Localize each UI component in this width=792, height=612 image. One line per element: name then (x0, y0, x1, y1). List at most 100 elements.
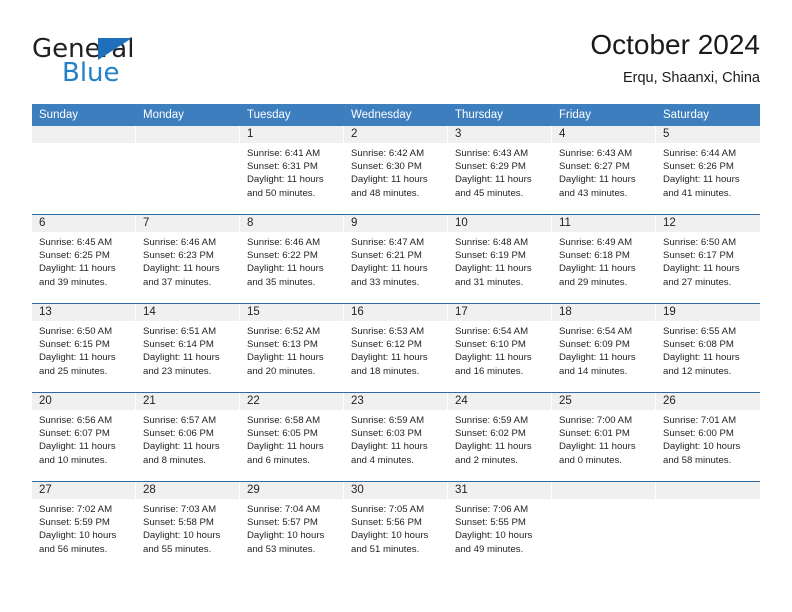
day-daylight-text: Daylight: 11 hours (455, 441, 532, 453)
day-info: Sunrise: 7:03 AM Sunset: 5:58 PM Daylight:… (136, 499, 240, 556)
day-daylight2-text: and 2 minutes. (455, 454, 518, 466)
day-number-band: 27 (32, 482, 136, 499)
day-cell[interactable]: 11 Sunrise: 6:49 AM Sunset: 6:18 PM Dayligh… (552, 215, 656, 303)
day-cell[interactable]: 15 Sunrise: 6:52 AM Sunset: 6:13 PM Dayligh… (240, 304, 344, 392)
day-cell[interactable]: 31 Sunrise: 7:06 AM Sunset: 5:55 PM Dayligh… (448, 482, 552, 570)
day-info: Sunrise: 6:43 AM Sunset: 6:27 PM Daylight:… (552, 143, 656, 200)
day-number: 1 (247, 128, 254, 140)
day-cell-empty (32, 126, 136, 214)
day-daylight2-text: and 39 minutes. (39, 276, 108, 288)
day-daylight2-text: and 4 minutes. (351, 454, 414, 466)
day-cell[interactable]: 21 Sunrise: 6:57 AM Sunset: 6:06 PM Dayligh… (136, 393, 240, 481)
day-number-band (32, 126, 136, 143)
day-number-band: 25 (552, 393, 656, 410)
day-daylight-text: Daylight: 11 hours (663, 174, 740, 186)
day-daylight-text: Daylight: 10 hours (351, 530, 429, 542)
day-cell[interactable]: 4 Sunrise: 6:43 AM Sunset: 6:27 PM Daylight… (552, 126, 656, 214)
day-cell[interactable]: 20 Sunrise: 6:56 AM Sunset: 6:07 PM Dayligh… (32, 393, 136, 481)
day-cell[interactable]: 29 Sunrise: 7:04 AM Sunset: 5:57 PM Dayligh… (240, 482, 344, 570)
day-sunset-text: Sunset: 6:01 PM (559, 428, 630, 440)
page-subtitle-location: Erqu, Shaanxi, China (622, 70, 760, 86)
day-cell[interactable]: 9 Sunrise: 6:47 AM Sunset: 6:21 PM Daylight… (344, 215, 448, 303)
day-info: Sunrise: 6:50 AM Sunset: 6:15 PM Daylight:… (32, 321, 136, 378)
day-daylight-text: Daylight: 10 hours (247, 530, 325, 542)
day-cell[interactable]: 5 Sunrise: 6:44 AM Sunset: 6:26 PM Daylight… (656, 126, 760, 214)
day-daylight2-text: and 43 minutes. (559, 187, 628, 199)
day-number: 16 (351, 306, 364, 318)
day-cell[interactable]: 7 Sunrise: 6:46 AM Sunset: 6:23 PM Daylight… (136, 215, 240, 303)
day-sunset-text: Sunset: 6:03 PM (351, 428, 422, 440)
day-cell[interactable]: 13 Sunrise: 6:50 AM Sunset: 6:15 PM Dayligh… (32, 304, 136, 392)
day-number-band: 22 (240, 393, 344, 410)
day-number: 11 (559, 217, 571, 229)
day-sunset-text: Sunset: 6:19 PM (455, 250, 526, 262)
day-cell[interactable]: 2 Sunrise: 6:42 AM Sunset: 6:30 PM Daylight… (344, 126, 448, 214)
day-cell[interactable]: 1 Sunrise: 6:41 AM Sunset: 6:31 PM Daylight… (240, 126, 344, 214)
day-info: Sunrise: 6:59 AM Sunset: 6:03 PM Daylight:… (344, 410, 448, 467)
day-number-band: 10 (448, 215, 552, 232)
day-cell[interactable]: 8 Sunrise: 6:46 AM Sunset: 6:22 PM Daylight… (240, 215, 344, 303)
day-cell[interactable]: 28 Sunrise: 7:03 AM Sunset: 5:58 PM Dayligh… (136, 482, 240, 570)
day-cell[interactable]: 26 Sunrise: 7:01 AM Sunset: 6:00 PM Dayligh… (656, 393, 760, 481)
day-cell[interactable]: 19 Sunrise: 6:55 AM Sunset: 6:08 PM Dayligh… (656, 304, 760, 392)
weekday-header-thursday: Thursday (455, 109, 503, 121)
generalblue-logo: General Blue (32, 36, 262, 92)
day-sunrise-text: Sunrise: 6:42 AM (351, 148, 425, 159)
day-number-band: 19 (656, 304, 760, 321)
weekday-header-row: Sunday Monday Tuesday Wednesday Thursday… (32, 104, 760, 126)
day-sunrise-text: Sunrise: 6:44 AM (663, 148, 737, 159)
day-cell[interactable]: 18 Sunrise: 6:54 AM Sunset: 6:09 PM Dayligh… (552, 304, 656, 392)
day-daylight-text: Daylight: 11 hours (351, 174, 428, 186)
day-info: Sunrise: 6:54 AM Sunset: 6:10 PM Daylight:… (448, 321, 552, 378)
day-sunset-text: Sunset: 6:00 PM (663, 428, 734, 440)
week-cells: 1 Sunrise: 6:41 AM Sunset: 6:31 PM Daylight… (32, 126, 760, 214)
day-daylight2-text: and 55 minutes. (143, 543, 212, 555)
day-cell[interactable]: 17 Sunrise: 6:54 AM Sunset: 6:10 PM Dayligh… (448, 304, 552, 392)
day-cell[interactable]: 30 Sunrise: 7:05 AM Sunset: 5:56 PM Dayligh… (344, 482, 448, 570)
day-number: 12 (663, 217, 676, 229)
day-cell[interactable]: 25 Sunrise: 7:00 AM Sunset: 6:01 PM Dayligh… (552, 393, 656, 481)
day-sunrise-text: Sunrise: 6:58 AM (247, 415, 321, 426)
day-sunrise-text: Sunrise: 7:04 AM (247, 504, 321, 515)
day-sunrise-text: Sunrise: 6:47 AM (351, 237, 425, 248)
day-info: Sunrise: 6:47 AM Sunset: 6:21 PM Daylight:… (344, 232, 448, 289)
day-sunset-text: Sunset: 6:05 PM (247, 428, 318, 440)
day-cell[interactable]: 6 Sunrise: 6:45 AM Sunset: 6:25 PM Daylight… (32, 215, 136, 303)
day-sunrise-text: Sunrise: 6:51 AM (143, 326, 217, 337)
day-cell[interactable]: 27 Sunrise: 7:02 AM Sunset: 5:59 PM Dayligh… (32, 482, 136, 570)
day-cell[interactable]: 10 Sunrise: 6:48 AM Sunset: 6:19 PM Dayligh… (448, 215, 552, 303)
day-info: Sunrise: 6:46 AM Sunset: 6:23 PM Daylight:… (136, 232, 240, 289)
page-title: October 2024 (590, 29, 760, 60)
calendar-week-row: 20 Sunrise: 6:56 AM Sunset: 6:07 PM Dayligh… (32, 392, 760, 481)
weekday-header-sunday: Sunday (39, 109, 79, 121)
day-sunset-text: Sunset: 6:21 PM (351, 250, 422, 262)
day-daylight2-text: and 58 minutes. (663, 454, 732, 466)
day-cell[interactable]: 24 Sunrise: 6:59 AM Sunset: 6:02 PM Dayligh… (448, 393, 552, 481)
day-daylight2-text: and 49 minutes. (455, 543, 524, 555)
day-cell[interactable]: 16 Sunrise: 6:53 AM Sunset: 6:12 PM Dayligh… (344, 304, 448, 392)
day-sunrise-text: Sunrise: 6:57 AM (143, 415, 217, 426)
day-number: 20 (39, 395, 52, 407)
day-daylight-text: Daylight: 11 hours (559, 174, 636, 186)
day-info: Sunrise: 7:05 AM Sunset: 5:56 PM Daylight:… (344, 499, 448, 556)
day-info: Sunrise: 6:55 AM Sunset: 6:08 PM Daylight:… (656, 321, 760, 378)
day-info: Sunrise: 6:45 AM Sunset: 6:25 PM Daylight:… (32, 232, 136, 289)
day-cell[interactable]: 14 Sunrise: 6:51 AM Sunset: 6:14 PM Dayligh… (136, 304, 240, 392)
day-sunset-text: Sunset: 6:09 PM (559, 339, 630, 351)
day-number-band (656, 482, 760, 499)
day-cell[interactable]: 22 Sunrise: 6:58 AM Sunset: 6:05 PM Dayligh… (240, 393, 344, 481)
day-number: 4 (559, 128, 566, 140)
day-info: Sunrise: 7:00 AM Sunset: 6:01 PM Daylight:… (552, 410, 656, 467)
day-daylight2-text: and 29 minutes. (559, 276, 628, 288)
day-cell-empty (656, 482, 760, 570)
calendar-week-row: 1 Sunrise: 6:41 AM Sunset: 6:31 PM Daylight… (32, 126, 760, 214)
day-info (32, 143, 136, 147)
day-number-band: 5 (656, 126, 760, 143)
day-number-band: 8 (240, 215, 344, 232)
day-cell[interactable]: 3 Sunrise: 6:43 AM Sunset: 6:29 PM Daylight… (448, 126, 552, 214)
day-cell[interactable]: 12 Sunrise: 6:50 AM Sunset: 6:17 PM Dayligh… (656, 215, 760, 303)
weekday-header-friday: Friday (559, 109, 591, 121)
day-number-band: 9 (344, 215, 448, 232)
day-number: 2 (351, 128, 358, 140)
day-cell[interactable]: 23 Sunrise: 6:59 AM Sunset: 6:03 PM Dayligh… (344, 393, 448, 481)
